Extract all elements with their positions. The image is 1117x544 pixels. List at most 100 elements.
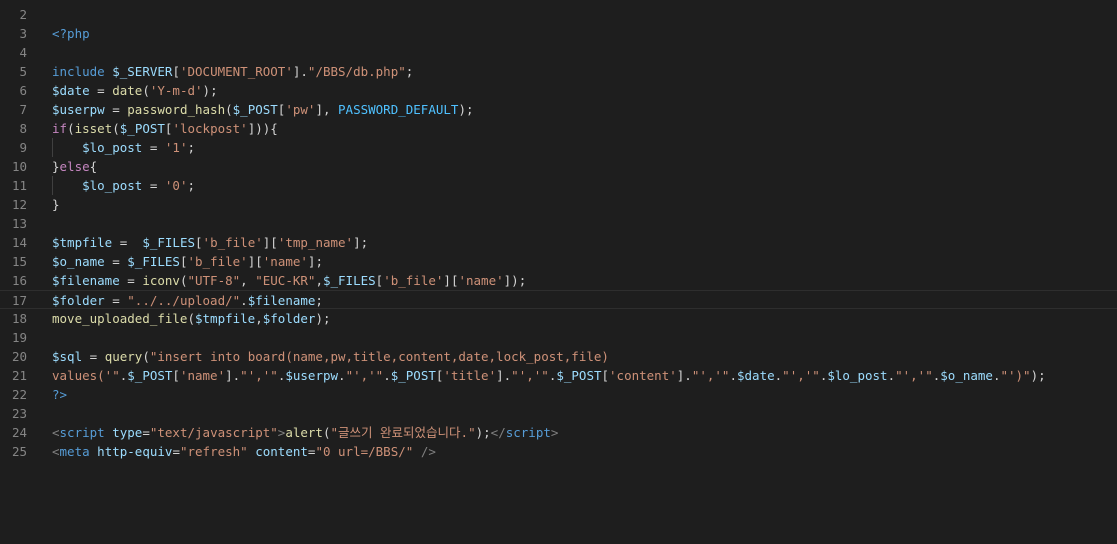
line-code: $date = date('Y-m-d'); [52, 81, 218, 100]
code-token-plain: ], [315, 102, 339, 117]
line-number: 5 [19, 64, 27, 79]
code-token-plain: ; [187, 140, 196, 155]
code-token-string: 'name' [179, 368, 226, 383]
code-line[interactable]: 14 $tmpfile = $_FILES['b_file']['tmp_name… [0, 233, 1117, 252]
code-line[interactable]: 4 [0, 43, 1117, 62]
code-line[interactable]: 19 [0, 328, 1117, 347]
line-code: $tmpfile = $_FILES['b_file']['tmp_name']… [52, 233, 368, 252]
code-token-control: if [52, 121, 68, 136]
code-line[interactable]: 17 $folder = "../../upload/".$filename; [0, 290, 1117, 309]
code-token-attribute: type [112, 425, 143, 440]
line-number: 23 [11, 406, 27, 421]
code-token-plain: ]; [353, 235, 369, 250]
code-token-plain: = [142, 425, 150, 440]
code-token-plain: ( [67, 121, 75, 136]
code-line[interactable]: 3 <?php [0, 24, 1117, 43]
code-token-plain: = [104, 254, 128, 269]
code-token-plain: . [338, 368, 346, 383]
code-token-plain: [ [601, 368, 610, 383]
code-token-constant: PASSWORD_DEFAULT [338, 102, 459, 117]
code-line[interactable]: 10}else{ [0, 157, 1117, 176]
code-token-variable: $lo_post [827, 368, 888, 383]
code-token-function: password_hash [127, 102, 226, 117]
code-token-plain: ])){ [247, 121, 278, 136]
code-token-plain: ); [202, 83, 218, 98]
code-line[interactable]: 12} [0, 195, 1117, 214]
line-number: 20 [11, 349, 27, 364]
code-token-plain: = [112, 235, 143, 250]
code-line[interactable]: 2 [0, 5, 1117, 24]
code-token-plain: = [172, 444, 180, 459]
code-line[interactable]: 7 $userpw = password_hash($_POST['pw'], P… [0, 100, 1117, 119]
code-line[interactable]: 13 [0, 214, 1117, 233]
code-editor[interactable]: 2 3 <?php 4 5 include $_SERVER['DOCUMENT_ROOT… [0, 0, 1117, 544]
code-line[interactable]: 20 $sql = query("insert into board(name,p… [0, 347, 1117, 366]
line-number: 12 [11, 197, 27, 212]
code-token-tag: ?> [52, 387, 68, 402]
code-token-plain: ]; [307, 254, 323, 269]
code-token-function: iconv [142, 273, 180, 288]
code-token-string: 'lockpost' [172, 121, 248, 136]
code-token-variable: $_POST [556, 368, 602, 383]
code-token-string: 'pw' [285, 102, 316, 117]
code-line[interactable]: 11 $lo_post = '0'; [0, 176, 1117, 195]
code-line[interactable]: 9 $lo_post = '1'; [0, 138, 1117, 157]
code-token-string: 'name' [262, 254, 308, 269]
line-code: <script type="text/javascript">alert("글쓰… [52, 423, 558, 442]
code-line[interactable]: 16 $filename = iconv("UTF-8", "EUC-KR",$_… [0, 271, 1117, 290]
code-token-string: 'title' [443, 368, 497, 383]
code-token-string: 'content' [609, 368, 677, 383]
code-token-string: "','" [782, 368, 820, 383]
code-line[interactable]: 6 $date = date('Y-m-d'); [0, 81, 1117, 100]
line-number: 22 [11, 387, 27, 402]
code-token-variable: $tmpfile [195, 311, 256, 326]
code-token-variable: $o_name [52, 254, 105, 269]
code-token-plain: = [82, 349, 105, 364]
code-line[interactable]: 18 move_uploaded_file($tmpfile,$folder); [0, 309, 1117, 328]
line-number: 6 [19, 83, 27, 98]
code-token-variable: $_SERVER [112, 64, 173, 79]
code-token-variable: $_FILES [322, 273, 376, 288]
code-line[interactable]: 8 if(isset($_POST['lockpost'])){ [0, 119, 1117, 138]
code-line[interactable]: 23 [0, 404, 1117, 423]
code-token-plain: . [887, 368, 896, 383]
line-number: 18 [11, 311, 27, 326]
code-line[interactable]: 25 <meta http-equiv="refresh" content="0 … [0, 442, 1117, 461]
code-token-variable: $date [737, 368, 775, 383]
code-token-string: "text/javascript" [149, 425, 278, 440]
code-line[interactable]: 5 include $_SERVER['DOCUMENT_ROOT']."/BBS… [0, 62, 1117, 81]
line-number: 16 [11, 273, 27, 288]
code-token-string: "UTF-8" [187, 273, 241, 288]
line-code: include $_SERVER['DOCUMENT_ROOT']."/BBS/… [52, 62, 413, 81]
code-token-plain: ( [187, 311, 195, 326]
code-token-tag_bracket: > [550, 425, 559, 440]
code-token-plain: [ [172, 368, 180, 383]
code-token-plain: . [240, 293, 248, 308]
code-token-function: query [104, 349, 143, 364]
code-token-string: "../../upload/" [127, 293, 241, 308]
line-number: 25 [11, 444, 27, 459]
code-token-string: '0' [164, 178, 188, 193]
code-line[interactable]: 24 <script type="text/javascript">alert("… [0, 423, 1117, 442]
code-token-plain: = [119, 273, 143, 288]
line-code: $sql = query("insert into board(name,pw,… [52, 347, 609, 366]
line-number: 13 [11, 216, 27, 231]
code-token-plain: ; [187, 178, 196, 193]
code-token-variable: $folder [52, 293, 105, 308]
code-token-keyword: include [52, 64, 105, 79]
code-line[interactable]: 15 $o_name = $_FILES['b_file']['name']; [0, 252, 1117, 271]
code-line[interactable]: 21 values('".$_POST['name']."','".$userpw… [0, 366, 1117, 385]
code-token-plain: ][ [443, 273, 459, 288]
code-token-function: alert [285, 425, 323, 440]
code-token-plain: ][ [247, 254, 263, 269]
code-token-variable: $_POST [390, 368, 436, 383]
code-line[interactable]: 22 ?> [0, 385, 1117, 404]
line-number: 19 [11, 330, 27, 345]
code-token-plain: [ [172, 64, 180, 79]
line-number: 10 [11, 159, 27, 174]
code-token-plain: . [383, 368, 391, 383]
code-token-variable: $userpw [285, 368, 339, 383]
